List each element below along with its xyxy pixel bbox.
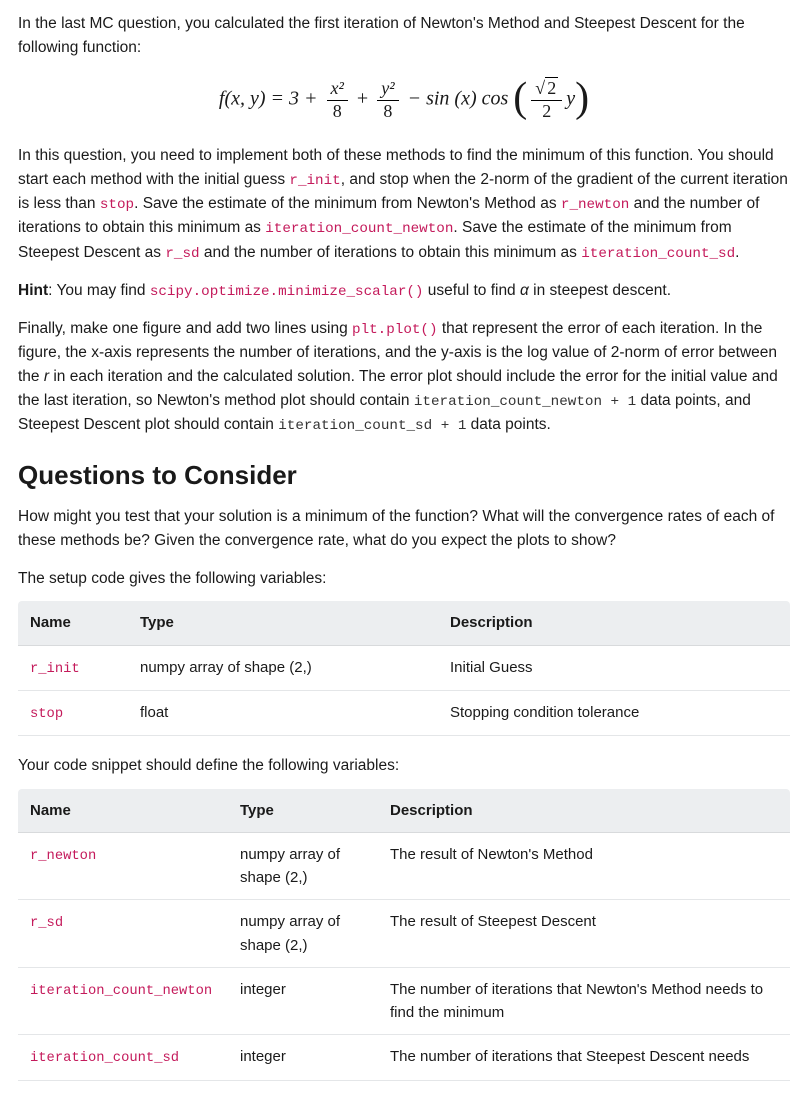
table-row: r_init numpy array of shape (2,) Initial… bbox=[18, 645, 790, 690]
code-iter-newton: iteration_count_newton bbox=[265, 221, 453, 237]
code-r-init: r_init bbox=[289, 173, 340, 189]
var-desc: Stopping condition tolerance bbox=[438, 691, 790, 736]
code-iter-sd-plus-1: iteration_count_sd + 1 bbox=[278, 418, 466, 434]
intro-paragraph-1: In the last MC question, you calculated … bbox=[18, 12, 790, 60]
table-row: iteration_count_newton integer The numbe… bbox=[18, 967, 790, 1035]
var-type: float bbox=[128, 691, 438, 736]
hint-label: Hint bbox=[18, 282, 48, 299]
var-desc: The number of iterations that Steepest D… bbox=[378, 1035, 790, 1080]
setup-vars-intro: The setup code gives the following varia… bbox=[18, 567, 790, 591]
var-desc: The result of Newton's Method bbox=[378, 832, 790, 900]
var-type: numpy array of shape (2,) bbox=[228, 900, 378, 968]
code-r-sd: r_sd bbox=[165, 246, 199, 262]
code-scipy: scipy.optimize.minimize_scalar() bbox=[150, 284, 424, 300]
col-type: Type bbox=[228, 789, 378, 833]
function-formula: f(x, y) = 3 + x²8 + y²8 − sin (x) cos (2… bbox=[18, 78, 790, 122]
var-desc: The result of Steepest Descent bbox=[378, 900, 790, 968]
plot-paragraph: Finally, make one figure and add two lin… bbox=[18, 317, 790, 437]
col-name: Name bbox=[18, 789, 228, 833]
col-desc: Description bbox=[438, 601, 790, 645]
var-name: iteration_count_newton bbox=[30, 984, 212, 999]
var-name: stop bbox=[30, 707, 63, 722]
var-desc: Initial Guess bbox=[438, 645, 790, 690]
var-name: r_sd bbox=[30, 916, 63, 931]
col-desc: Description bbox=[378, 789, 790, 833]
output-vars-intro: Your code snippet should define the foll… bbox=[18, 754, 790, 778]
var-name: iteration_count_sd bbox=[30, 1051, 179, 1066]
table-row: stop float Stopping condition tolerance bbox=[18, 691, 790, 736]
code-iter-sd: iteration_count_sd bbox=[581, 246, 735, 262]
output-vars-table: Name Type Description r_newton numpy arr… bbox=[18, 789, 790, 1081]
hint-paragraph: Hint: You may find scipy.optimize.minimi… bbox=[18, 279, 790, 303]
questions-heading: Questions to Consider bbox=[18, 455, 790, 495]
var-name: r_newton bbox=[30, 849, 96, 864]
var-type: numpy array of shape (2,) bbox=[228, 832, 378, 900]
col-type: Type bbox=[128, 601, 438, 645]
var-type: integer bbox=[228, 1035, 378, 1080]
var-type: numpy array of shape (2,) bbox=[128, 645, 438, 690]
table-row: r_newton numpy array of shape (2,) The r… bbox=[18, 832, 790, 900]
setup-vars-table: Name Type Description r_init numpy array… bbox=[18, 601, 790, 736]
questions-body: How might you test that your solution is… bbox=[18, 505, 790, 553]
code-stop: stop bbox=[100, 197, 134, 213]
var-name: r_init bbox=[30, 662, 80, 677]
col-name: Name bbox=[18, 601, 128, 645]
code-plt-plot: plt.plot() bbox=[352, 322, 438, 338]
var-desc: The number of iterations that Newton's M… bbox=[378, 967, 790, 1035]
table-row: r_sd numpy array of shape (2,) The resul… bbox=[18, 900, 790, 968]
intro-paragraph-2: In this question, you need to implement … bbox=[18, 144, 790, 264]
var-type: integer bbox=[228, 967, 378, 1035]
code-r-newton: r_newton bbox=[561, 197, 629, 213]
table-row: iteration_count_sd integer The number of… bbox=[18, 1035, 790, 1080]
code-iter-newton-plus-1: iteration_count_newton + 1 bbox=[414, 394, 636, 410]
